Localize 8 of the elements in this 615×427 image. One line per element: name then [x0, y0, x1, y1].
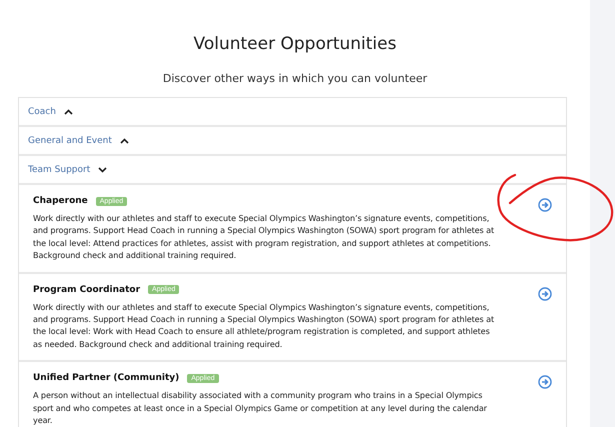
- role-name: Chaperone: [33, 196, 88, 206]
- role-name: Program Coordinator: [33, 284, 140, 295]
- role-description: Work directly with our athletes and staff to execute Special Olympics Washington’s signature events, competitions, and programs. Support Head Coach in running a Special Olympics Washington (SOWA) sport program for athletes at the local level: Work with Head Coach to ensure all athlete/program registration is completed, and support athletes as needed. Background check and additional training required.: [33, 300, 496, 350]
- role-name: Unified Partner (Community): [33, 373, 180, 384]
- page-subtitle: Discover other ways in which you can volunteer: [162, 72, 428, 85]
- page-title: Volunteer Opportunities: [194, 34, 396, 54]
- role-description: Work directly with our athletes and staff to execute Special Olympics Washington’s signature events, competitions, and programs. Support Head Coach in running a Special Olympics Washington (SOWA) sport program for athletes at the local level: Attend practices for athletes, assist with program registration, and support athletes at competitions. Background check and additional training required.: [33, 212, 496, 262]
- role-description: A person without an intellectual disability associated with a community program who trains in a Special Olympics sport and who competes at least once in a Special Olympics Game or competition at any level during the calendar year.: [33, 389, 488, 426]
